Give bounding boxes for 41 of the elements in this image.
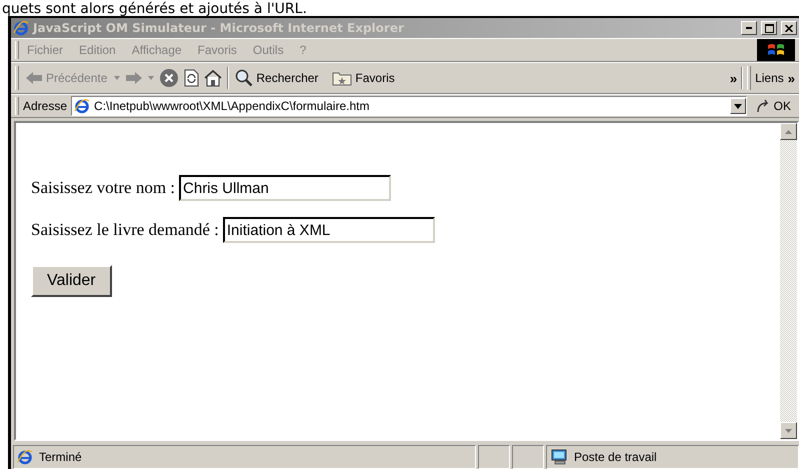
close-button[interactable] — [781, 21, 797, 35]
page-icon — [17, 449, 33, 465]
search-button[interactable]: Rechercher — [233, 67, 320, 89]
maximize-button[interactable] — [761, 21, 777, 35]
close-icon — [785, 24, 793, 32]
address-field[interactable]: C:\Inetpub\wwwroot\XML\AppendixC\formulaire.htm — [71, 96, 747, 116]
more-chevron[interactable]: » — [730, 70, 738, 86]
text-field[interactable]: Initiation à XML — [222, 217, 435, 243]
caption-text: quets sont alors générés et ajoutés à l'URL. — [2, 1, 307, 16]
status-text: Terminé — [39, 450, 82, 464]
zone-text: Poste de travail — [574, 450, 657, 464]
window-title: JavaScript OM Simulateur - Microsoft Internet Explorer — [33, 21, 405, 35]
ie-logo-icon — [13, 20, 29, 36]
scroll-up-icon[interactable] — [785, 130, 792, 134]
left-arrow-icon — [25, 71, 43, 85]
submit-button[interactable]: Valider — [31, 265, 112, 297]
page-icon — [74, 98, 90, 114]
home-icon[interactable] — [203, 69, 224, 87]
star-folder-icon — [332, 70, 352, 86]
dropdown-icon[interactable] — [734, 104, 742, 108]
minimize-icon — [746, 27, 752, 29]
maximize-icon — [764, 24, 774, 32]
windows-logo-icon — [767, 42, 785, 58]
favorites-button[interactable]: Favoris — [330, 68, 397, 88]
stop-icon[interactable] — [159, 68, 180, 88]
text-field[interactable]: Chris Ullman — [179, 175, 392, 201]
address-label: Adresse — [23, 99, 68, 113]
scrollbar[interactable] — [780, 123, 797, 439]
search-icon — [235, 69, 254, 87]
more-chevron[interactable]: » — [788, 70, 795, 86]
field-label: Saisissez votre nom : — [31, 178, 176, 198]
refresh-icon[interactable] — [183, 69, 200, 87]
scroll-down-icon[interactable] — [785, 428, 792, 432]
minimize-button[interactable] — [741, 21, 757, 35]
computer-icon — [550, 449, 568, 465]
links-label[interactable]: Liens — [755, 71, 784, 85]
status-panel — [478, 445, 510, 469]
go-arrow-icon — [754, 98, 771, 114]
go-button[interactable]: OK — [750, 98, 795, 114]
status-panel — [512, 445, 544, 469]
field-label: Saisissez le livre demandé : — [31, 220, 219, 240]
